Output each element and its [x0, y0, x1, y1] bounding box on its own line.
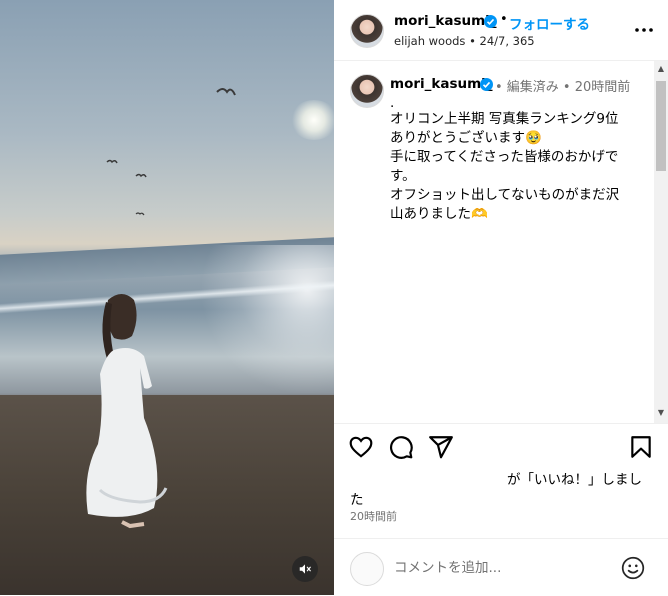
heart-icon[interactable] [348, 434, 374, 460]
comment-input[interactable] [394, 556, 614, 580]
mute-button[interactable] [292, 556, 318, 582]
caption-line: オリコン上半期 写真集ランキング9位 [390, 111, 619, 127]
woman-in-white-dress [86, 294, 168, 529]
likes-text-continued: た [350, 492, 364, 508]
avatar[interactable] [350, 14, 384, 48]
send-icon[interactable] [428, 434, 454, 460]
likes-text[interactable]: が「いいね！」しまし [507, 468, 642, 488]
action-bar [334, 430, 668, 466]
audio-subtitle[interactable]: elijah woods • 24/7, 365 [394, 34, 535, 48]
caption-line: オフショット出してないものがまだ沢 [390, 187, 620, 203]
current-user-avatar [350, 552, 384, 586]
scroll-up-arrow-icon[interactable]: ▲ [657, 65, 665, 73]
post-header: mori_kasumi_ • フォローする elijah woods • 24/… [334, 0, 668, 61]
caption-username[interactable]: mori_kasumi_ [390, 76, 493, 92]
caption-verified-icon [480, 78, 493, 91]
caption-area[interactable]: mori_kasumi_ • 編集済み • 20時間前 . オリコン上半期 写真… [334, 61, 668, 424]
scrollbar[interactable]: ▲ ▼ [654, 61, 668, 423]
post-side-panel: mori_kasumi_ • フォローする elijah woods • 24/… [334, 0, 668, 595]
caption-meta: • 編集済み • 20時間前 [495, 80, 631, 95]
scrollbar-thumb[interactable] [656, 81, 666, 171]
caption-line: す。 [390, 168, 416, 184]
caption-line: 山ありました🫶 [390, 206, 488, 222]
post-media-video[interactable] [0, 0, 334, 595]
comment-bubble-icon[interactable] [388, 434, 414, 460]
post-timestamp[interactable]: 20時間前 [350, 508, 397, 524]
verified-badge-icon [484, 15, 497, 28]
header-separator: • [500, 12, 508, 27]
caption-line: ありがとうございます🥹 [390, 130, 542, 146]
caption-avatar[interactable] [350, 74, 384, 108]
bookmark-icon[interactable] [628, 434, 654, 460]
speaker-muted-icon [299, 564, 311, 574]
follow-button[interactable]: フォローする [509, 13, 590, 33]
scroll-down-arrow-icon[interactable]: ▼ [657, 409, 665, 417]
comment-composer [334, 538, 668, 596]
caption-line: 手に取ってくださった皆様のおかげで [390, 149, 619, 165]
more-horizontal-icon[interactable] [632, 18, 656, 42]
header-username[interactable]: mori_kasumi_ [394, 13, 497, 29]
emoji-smile-icon[interactable] [620, 555, 646, 581]
